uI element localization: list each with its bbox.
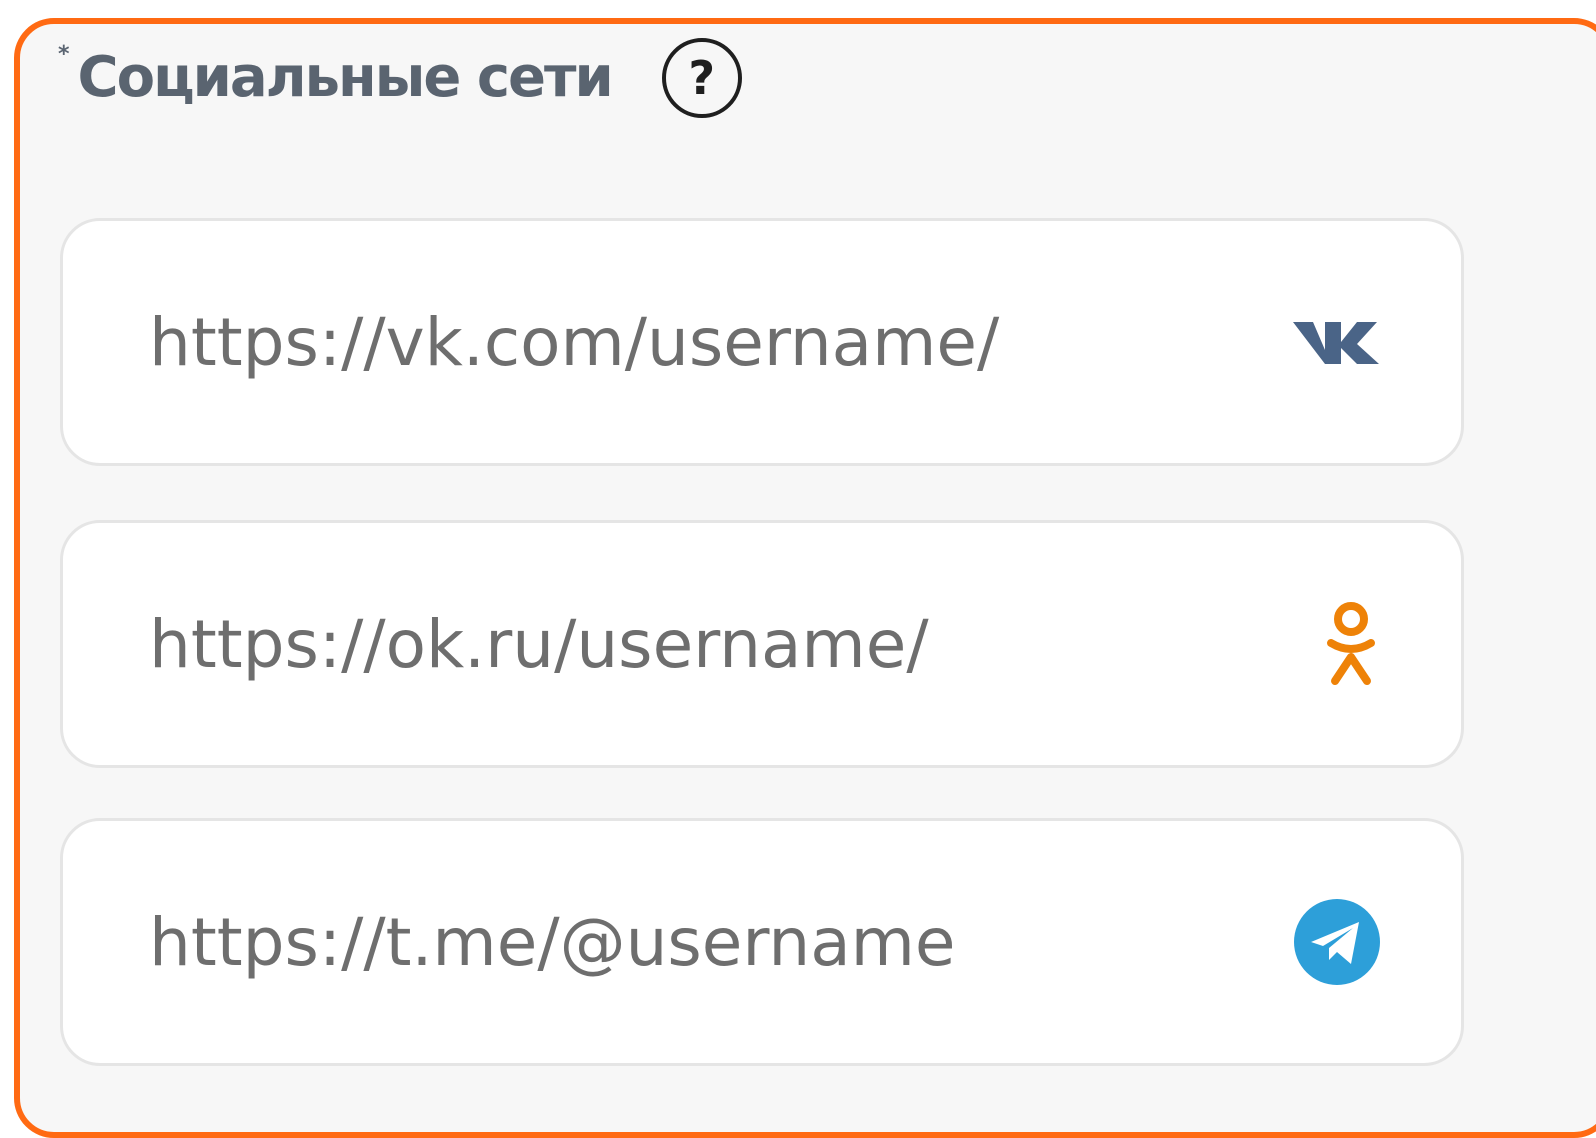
section-title: Социальные сети [77,45,614,110]
ok-field[interactable] [60,520,1464,768]
required-mark: * [58,42,70,67]
help-button[interactable]: ? [661,38,742,118]
telegram-icon [1293,898,1381,986]
odnoklassniki-icon [1321,601,1381,687]
vk-input[interactable] [149,303,1229,381]
vk-field[interactable] [60,218,1464,466]
ok-input[interactable] [149,605,1229,683]
telegram-field[interactable] [60,818,1464,1066]
telegram-input[interactable] [149,903,1229,981]
vk-icon [1291,316,1381,368]
section-header: * Социальные сети ? [58,36,742,120]
question-mark-icon: ? [688,51,716,105]
